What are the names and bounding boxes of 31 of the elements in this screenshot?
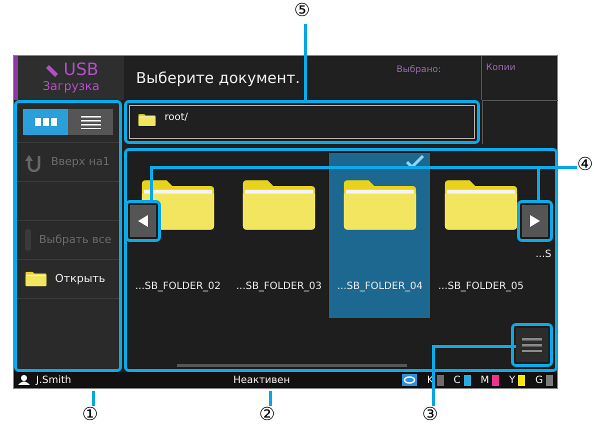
prompt-text: Выберите документ. bbox=[136, 68, 300, 89]
list-view-icon bbox=[80, 116, 101, 128]
usb-stick-icon bbox=[44, 63, 60, 79]
path-field[interactable]: root/ bbox=[129, 105, 476, 139]
ink-label: Y bbox=[509, 374, 516, 388]
folder-tile[interactable]: ...S bbox=[531, 153, 556, 318]
left-triangle-icon bbox=[138, 215, 148, 227]
user-name: J.Smith bbox=[36, 374, 72, 388]
checkmark-icon bbox=[406, 155, 424, 169]
folder-icon bbox=[25, 271, 47, 287]
list-view-button[interactable] bbox=[68, 109, 114, 135]
ink-label: C bbox=[454, 374, 460, 388]
status-text: Неактивен bbox=[232, 374, 290, 388]
copies-panel: Копии bbox=[481, 56, 557, 100]
menu-icon bbox=[522, 338, 542, 352]
menu-button[interactable] bbox=[516, 328, 548, 362]
ink-label: M bbox=[480, 374, 490, 388]
folder-icon bbox=[138, 113, 156, 127]
right-triangle-icon bbox=[530, 215, 540, 227]
scroll-left-button[interactable] bbox=[130, 205, 156, 237]
app-subtitle: Загрузка bbox=[42, 79, 100, 94]
selected-count-label: Выбрано: bbox=[396, 64, 441, 77]
eco-icon bbox=[402, 374, 417, 386]
app-title: USB bbox=[64, 62, 98, 79]
ink-label: G bbox=[535, 374, 543, 388]
scroll-right-button[interactable] bbox=[522, 205, 548, 237]
sidebar-item[interactable]: Открыть bbox=[17, 260, 120, 299]
folder-tile[interactable]: ...SB_FOLDER_03 bbox=[228, 153, 330, 318]
folder-tile[interactable]: ...SB_FOLDER_04 bbox=[329, 153, 430, 318]
grid-view-icon bbox=[34, 118, 57, 126]
user-icon bbox=[18, 375, 30, 385]
